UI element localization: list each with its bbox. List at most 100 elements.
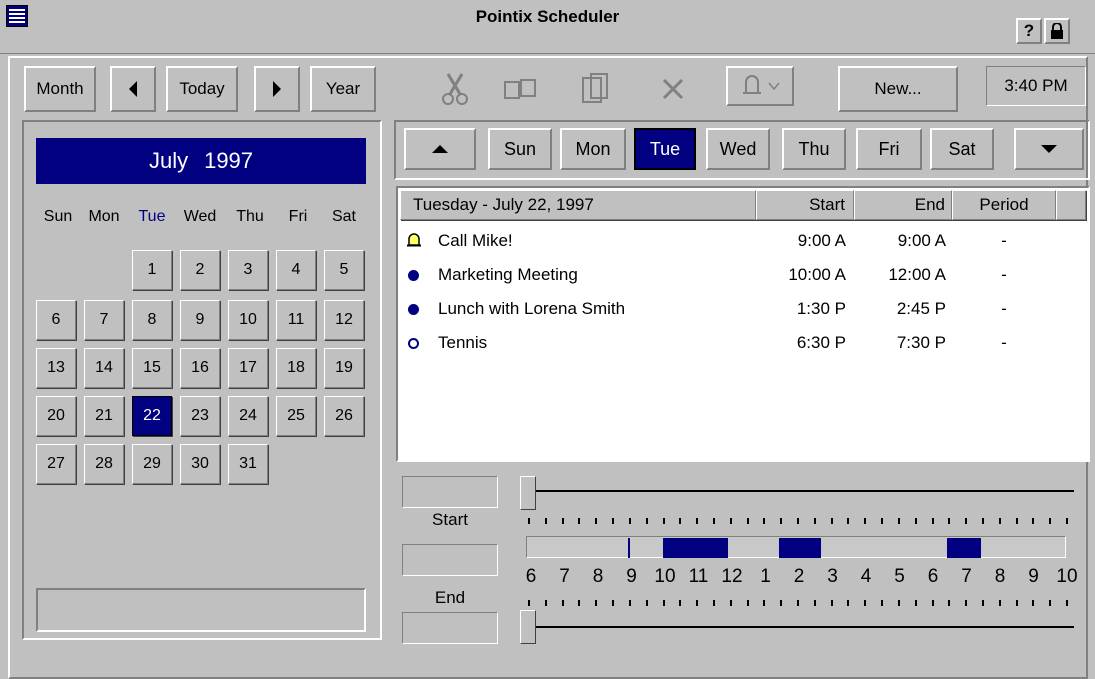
calendar-day-15[interactable]: 15 [132, 348, 172, 388]
calendar-day-22[interactable]: 22 [132, 396, 172, 436]
hour-label: 9 [626, 566, 637, 587]
scroll-down-button[interactable] [1014, 128, 1084, 170]
column-header-end[interactable]: End [854, 190, 952, 220]
today-button[interactable]: Today [166, 66, 238, 112]
start-label: Start [432, 510, 468, 529]
week-day-sun[interactable]: Sun [488, 128, 552, 170]
start-slider-thumb[interactable] [520, 476, 536, 510]
calendar-day-9[interactable]: 9 [180, 300, 220, 340]
copy-button[interactable] [498, 66, 544, 112]
calendar-day-18[interactable]: 18 [276, 348, 316, 388]
start-slider-track[interactable] [524, 490, 1074, 492]
tick-mark [1066, 600, 1068, 606]
right-triangle-icon [273, 81, 281, 97]
calendar-day-21[interactable]: 21 [84, 396, 124, 436]
month-button[interactable]: Month [24, 66, 96, 112]
year-button[interactable]: Year [310, 66, 376, 112]
calendar-day-20[interactable]: 20 [36, 396, 76, 436]
calendar-day-27[interactable]: 27 [36, 444, 76, 484]
calendar-day-3[interactable]: 3 [228, 250, 268, 290]
hour-label: 10 [1056, 566, 1078, 587]
lock-icon [1051, 23, 1063, 39]
calendar-day-10[interactable]: 10 [228, 300, 268, 340]
week-day-wed[interactable]: Wed [706, 128, 770, 170]
hour-label: 6 [927, 566, 939, 587]
appointment-row[interactable]: Call Mike! 9:00 A 9:00 A - [400, 224, 1086, 258]
appointment-row[interactable]: Lunch with Lorena Smith 1:30 P 2:45 P - [400, 292, 1086, 326]
calendar-day-5[interactable]: 5 [324, 250, 364, 290]
delete-button[interactable] [650, 66, 696, 112]
week-day-fri[interactable]: Fri [856, 128, 922, 170]
calendar-day-17[interactable]: 17 [228, 348, 268, 388]
busy-block-lunch [779, 538, 821, 558]
help-button[interactable]: ? [1016, 18, 1042, 44]
calendar-day-23[interactable]: 23 [180, 396, 220, 436]
column-header-title[interactable]: Tuesday - July 22, 1997 [400, 190, 756, 220]
tick-mark [746, 600, 749, 606]
tick-mark [696, 518, 699, 524]
calendar-day-31[interactable]: 31 [228, 444, 268, 484]
calendar-day-25[interactable]: 25 [276, 396, 316, 436]
calendar-day-7[interactable]: 7 [84, 300, 124, 340]
dow-thu: Thu [236, 208, 264, 225]
hour-label: 10 [654, 566, 676, 587]
hour-label: 4 [860, 566, 872, 587]
cut-button[interactable] [432, 66, 478, 112]
appointment-header: Tuesday - July 22, 1997 Start End Period [400, 190, 1086, 220]
calendar-day-6[interactable]: 6 [36, 300, 76, 340]
calendar-day-11[interactable]: 11 [276, 300, 316, 340]
calendar-day-30[interactable]: 30 [180, 444, 220, 484]
new-appointment-button[interactable]: New... [838, 66, 958, 112]
calendar-day-19[interactable]: 19 [324, 348, 364, 388]
appointment-row[interactable]: Marketing Meeting 10:00 A 12:00 A - [400, 258, 1086, 292]
tick-mark [981, 518, 984, 524]
tick-mark [628, 518, 631, 524]
paste-button[interactable] [572, 66, 618, 112]
appointment-title: Lunch with Lorena Smith [438, 299, 626, 318]
paste-icon [582, 73, 608, 103]
calendar-day-2[interactable]: 2 [180, 250, 220, 290]
column-header-period[interactable]: Period [952, 190, 1056, 220]
alarm-dropdown[interactable] [726, 66, 794, 106]
calendar-day-26[interactable]: 26 [324, 396, 364, 436]
appointment-row[interactable]: Tennis 6:30 P 7:30 P - [400, 326, 1086, 360]
appointment-end: 2:45 P [896, 299, 946, 318]
calendar-day-1[interactable]: 1 [132, 250, 172, 290]
calendar-day-28[interactable]: 28 [84, 444, 124, 484]
end-time-field[interactable] [402, 544, 498, 576]
column-header-start[interactable]: Start [756, 190, 854, 220]
calendar-day-4[interactable]: 4 [276, 250, 316, 290]
week-day-sat[interactable]: Sat [930, 128, 994, 170]
end-slider-track[interactable] [524, 626, 1074, 628]
tick-mark [864, 600, 867, 606]
calendar-day-16[interactable]: 16 [180, 348, 220, 388]
calendar-day-29[interactable]: 29 [132, 444, 172, 484]
dow-sat: Sat [331, 208, 356, 225]
lock-button[interactable] [1044, 18, 1070, 44]
calendar-day-24[interactable]: 24 [228, 396, 268, 436]
open-dot-icon [408, 338, 419, 349]
tick-mark [544, 600, 547, 606]
hour-label: 7 [559, 566, 570, 587]
previous-button[interactable] [110, 66, 156, 112]
tick-mark [712, 518, 715, 524]
calendar-day-12[interactable]: 12 [324, 300, 364, 340]
next-button[interactable] [254, 66, 300, 112]
dow-sun: Sun [43, 208, 73, 225]
week-day-tue[interactable]: Tue [634, 128, 696, 170]
hour-label: 1 [760, 566, 771, 587]
scroll-up-button[interactable] [404, 128, 476, 170]
duration-field[interactable] [402, 612, 498, 644]
bell-icon [406, 232, 422, 250]
start-time-field[interactable] [402, 476, 498, 508]
appointment-title: Call Mike! [438, 231, 513, 250]
week-day-mon[interactable]: Mon [560, 128, 626, 170]
calendar-day-14[interactable]: 14 [84, 348, 124, 388]
calendar-day-8[interactable]: 8 [132, 300, 172, 340]
tick-mark [1032, 518, 1035, 524]
end-slider-thumb[interactable] [520, 610, 536, 644]
window-title: Pointix Scheduler [475, 7, 620, 26]
appointment-period: - [1001, 231, 1007, 250]
week-day-thu[interactable]: Thu [782, 128, 846, 170]
calendar-day-13[interactable]: 13 [36, 348, 76, 388]
